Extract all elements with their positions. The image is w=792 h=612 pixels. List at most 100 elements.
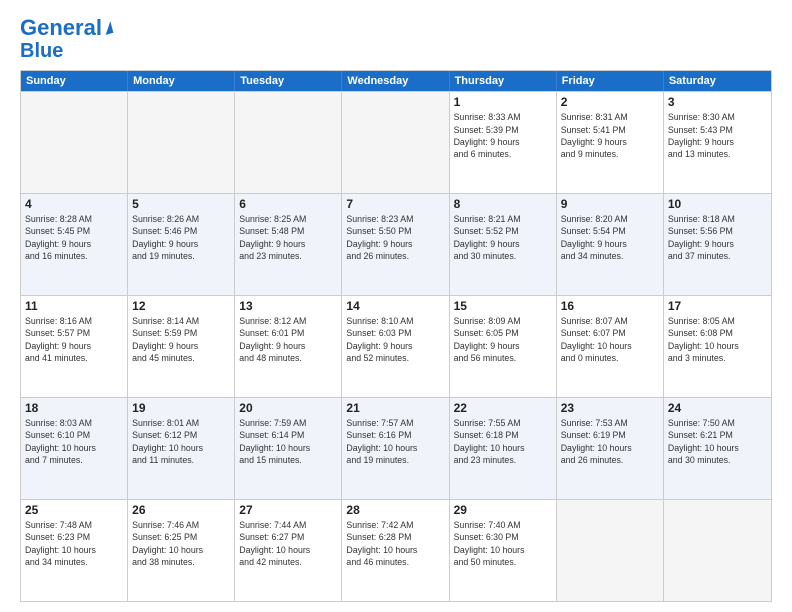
calendar-cell: 12 Sunrise: 8:14 AM Sunset: 5:59 PM Dayli…: [128, 296, 235, 397]
cell-day-number: 6: [239, 197, 337, 211]
cell-day-number: 22: [454, 401, 552, 415]
calendar-cell: [342, 92, 449, 193]
calendar-cell: 13 Sunrise: 8:12 AM Sunset: 6:01 PM Dayli…: [235, 296, 342, 397]
cell-info: Sunrise: 8:07 AM Sunset: 6:07 PM Dayligh…: [561, 315, 659, 364]
cell-day-number: 3: [668, 95, 767, 109]
cell-day-number: 5: [132, 197, 230, 211]
calendar-cell: 18 Sunrise: 8:03 AM Sunset: 6:10 PM Dayli…: [21, 398, 128, 499]
calendar-cell: 4 Sunrise: 8:28 AM Sunset: 5:45 PM Daylig…: [21, 194, 128, 295]
calendar-cell: 3 Sunrise: 8:30 AM Sunset: 5:43 PM Daylig…: [664, 92, 771, 193]
calendar-cell: [21, 92, 128, 193]
header-day-wednesday: Wednesday: [342, 71, 449, 91]
calendar-cell: [128, 92, 235, 193]
calendar-cell: 15 Sunrise: 8:09 AM Sunset: 6:05 PM Dayli…: [450, 296, 557, 397]
cell-info: Sunrise: 7:42 AM Sunset: 6:28 PM Dayligh…: [346, 519, 444, 568]
calendar-cell: 1 Sunrise: 8:33 AM Sunset: 5:39 PM Daylig…: [450, 92, 557, 193]
calendar-row-5: 25 Sunrise: 7:48 AM Sunset: 6:23 PM Dayli…: [21, 499, 771, 601]
cell-day-number: 29: [454, 503, 552, 517]
calendar-cell: 19Sunrise: 8:01 AM Sunset: 6:12 PM Dayli…: [128, 398, 235, 499]
calendar-cell: 2 Sunrise: 8:31 AM Sunset: 5:41 PM Daylig…: [557, 92, 664, 193]
header: General Blue: [20, 16, 772, 62]
cell-info: Sunrise: 7:57 AM Sunset: 6:16 PM Dayligh…: [346, 417, 444, 466]
header-day-tuesday: Tuesday: [235, 71, 342, 91]
calendar-row-2: 4 Sunrise: 8:28 AM Sunset: 5:45 PM Daylig…: [21, 193, 771, 295]
cell-day-number: 21: [346, 401, 444, 415]
cell-info: Sunrise: 7:44 AM Sunset: 6:27 PM Dayligh…: [239, 519, 337, 568]
calendar-cell: 25 Sunrise: 7:48 AM Sunset: 6:23 PM Dayli…: [21, 500, 128, 601]
cell-info: Sunrise: 7:46 AM Sunset: 6:25 PM Dayligh…: [132, 519, 230, 568]
cell-info: Sunrise: 8:33 AM Sunset: 5:39 PM Dayligh…: [454, 111, 552, 160]
cell-day-number: 7: [346, 197, 444, 211]
cell-day-number: 24: [668, 401, 767, 415]
cell-day-number: 18: [25, 401, 123, 415]
header-day-monday: Monday: [128, 71, 235, 91]
cell-day-number: 16: [561, 299, 659, 313]
calendar-body: 1 Sunrise: 8:33 AM Sunset: 5:39 PM Daylig…: [21, 91, 771, 601]
cell-day-number: 11: [25, 299, 123, 313]
calendar-cell: [235, 92, 342, 193]
cell-info: Sunrise: 8:14 AM Sunset: 5:59 PM Dayligh…: [132, 315, 230, 364]
cell-info: Sunrise: 8:21 AM Sunset: 5:52 PM Dayligh…: [454, 213, 552, 262]
cell-info: Sunrise: 8:26 AM Sunset: 5:46 PM Dayligh…: [132, 213, 230, 262]
calendar-cell: 8 Sunrise: 8:21 AM Sunset: 5:52 PM Daylig…: [450, 194, 557, 295]
calendar-cell: 6 Sunrise: 8:25 AM Sunset: 5:48 PM Daylig…: [235, 194, 342, 295]
calendar-cell: 20Sunrise: 7:59 AM Sunset: 6:14 PM Dayli…: [235, 398, 342, 499]
cell-day-number: 23: [561, 401, 659, 415]
cell-info: Sunrise: 8:12 AM Sunset: 6:01 PM Dayligh…: [239, 315, 337, 364]
cell-info: Sunrise: 8:28 AM Sunset: 5:45 PM Dayligh…: [25, 213, 123, 262]
header-day-friday: Friday: [557, 71, 664, 91]
cell-day-number: 1: [454, 95, 552, 109]
cell-day-number: 12: [132, 299, 230, 313]
cell-info: Sunrise: 8:09 AM Sunset: 6:05 PM Dayligh…: [454, 315, 552, 364]
cell-info: Sunrise: 8:05 AM Sunset: 6:08 PM Dayligh…: [668, 315, 767, 364]
cell-info: Sunrise: 8:10 AM Sunset: 6:03 PM Dayligh…: [346, 315, 444, 364]
cell-info: Sunrise: 8:31 AM Sunset: 5:41 PM Dayligh…: [561, 111, 659, 160]
cell-day-number: 10: [668, 197, 767, 211]
calendar-cell: 24 Sunrise: 7:50 AM Sunset: 6:21 PM Dayli…: [664, 398, 771, 499]
logo: General Blue: [20, 16, 112, 62]
cell-info: Sunrise: 7:55 AM Sunset: 6:18 PM Dayligh…: [454, 417, 552, 466]
calendar-cell: [664, 500, 771, 601]
cell-info: Sunrise: 8:23 AM Sunset: 5:50 PM Dayligh…: [346, 213, 444, 262]
calendar-cell: 23 Sunrise: 7:53 AM Sunset: 6:19 PM Dayli…: [557, 398, 664, 499]
calendar-cell: 28 Sunrise: 7:42 AM Sunset: 6:28 PM Dayli…: [342, 500, 449, 601]
header-day-sunday: Sunday: [21, 71, 128, 91]
cell-info: Sunrise: 8:30 AM Sunset: 5:43 PM Dayligh…: [668, 111, 767, 160]
calendar-cell: 21 Sunrise: 7:57 AM Sunset: 6:16 PM Dayli…: [342, 398, 449, 499]
cell-info: Sunrise: 7:53 AM Sunset: 6:19 PM Dayligh…: [561, 417, 659, 466]
calendar-row-3: 11 Sunrise: 8:16 AM Sunset: 5:57 PM Dayli…: [21, 295, 771, 397]
logo-text: General: [20, 16, 102, 40]
calendar-cell: 17 Sunrise: 8:05 AM Sunset: 6:08 PM Dayli…: [664, 296, 771, 397]
logo-arrow-icon: [103, 21, 114, 35]
cell-day-number: 15: [454, 299, 552, 313]
cell-info: Sunrise: 8:18 AM Sunset: 5:56 PM Dayligh…: [668, 213, 767, 262]
cell-info: Sunrise: 7:48 AM Sunset: 6:23 PM Dayligh…: [25, 519, 123, 568]
calendar-cell: 16 Sunrise: 8:07 AM Sunset: 6:07 PM Dayli…: [557, 296, 664, 397]
cell-info: Sunrise: 7:50 AM Sunset: 6:21 PM Dayligh…: [668, 417, 767, 466]
cell-day-number: 27: [239, 503, 337, 517]
cell-day-number: 28: [346, 503, 444, 517]
calendar-cell: 11 Sunrise: 8:16 AM Sunset: 5:57 PM Dayli…: [21, 296, 128, 397]
header-day-thursday: Thursday: [450, 71, 557, 91]
cell-info: Sunrise: 8:03 AM Sunset: 6:10 PM Dayligh…: [25, 417, 123, 466]
logo-blue: Blue: [20, 40, 63, 62]
cell-day-number: 4: [25, 197, 123, 211]
cell-day-number: 14: [346, 299, 444, 313]
header-day-saturday: Saturday: [664, 71, 771, 91]
calendar-cell: 9Sunrise: 8:20 AM Sunset: 5:54 PM Daylig…: [557, 194, 664, 295]
calendar-row-1: 1 Sunrise: 8:33 AM Sunset: 5:39 PM Daylig…: [21, 91, 771, 193]
cell-day-number: 26: [132, 503, 230, 517]
calendar-cell: 14 Sunrise: 8:10 AM Sunset: 6:03 PM Dayli…: [342, 296, 449, 397]
cell-info: Sunrise: 8:16 AM Sunset: 5:57 PM Dayligh…: [25, 315, 123, 364]
cell-day-number: 8: [454, 197, 552, 211]
calendar-row-4: 18 Sunrise: 8:03 AM Sunset: 6:10 PM Dayli…: [21, 397, 771, 499]
calendar-header: SundayMondayTuesdayWednesdayThursdayFrid…: [21, 71, 771, 91]
cell-day-number: 17: [668, 299, 767, 313]
calendar-cell: 22 Sunrise: 7:55 AM Sunset: 6:18 PM Dayli…: [450, 398, 557, 499]
cell-info: Sunrise: 7:59 AM Sunset: 6:14 PM Dayligh…: [239, 417, 337, 466]
cell-day-number: 13: [239, 299, 337, 313]
cell-day-number: 2: [561, 95, 659, 109]
cell-info: Sunrise: 8:25 AM Sunset: 5:48 PM Dayligh…: [239, 213, 337, 262]
cell-day-number: 9: [561, 197, 659, 211]
cell-day-number: 25: [25, 503, 123, 517]
